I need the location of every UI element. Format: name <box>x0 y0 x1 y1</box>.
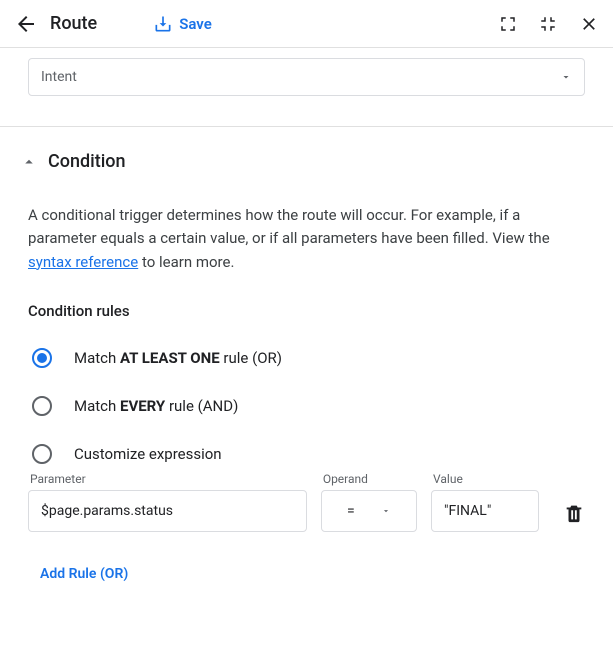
parameter-input-box <box>28 490 307 532</box>
operand-label: Operand <box>323 472 417 486</box>
radio-custom-label: Customize expression <box>74 445 222 463</box>
expand-icon[interactable] <box>499 15 517 33</box>
parameter-label: Parameter <box>30 472 307 486</box>
radio-and-label: Match EVERY rule (AND) <box>74 397 238 415</box>
close-icon[interactable] <box>579 14 599 34</box>
back-arrow-icon[interactable] <box>14 12 38 36</box>
condition-description: A conditional trigger determines how the… <box>28 204 585 274</box>
top-bar: Route Save <box>0 0 613 48</box>
radio-icon-checked <box>32 348 52 368</box>
desc-prefix: A conditional trigger determines how the… <box>28 206 550 247</box>
intent-placeholder: Intent <box>41 69 77 85</box>
desc-suffix: to learn more. <box>138 253 234 271</box>
condition-rules-label: Condition rules <box>28 302 585 320</box>
radio-or-label: Match AT LEAST ONE rule (OR) <box>74 349 282 367</box>
radio-icon-unchecked <box>32 396 52 416</box>
save-label: Save <box>179 15 212 33</box>
radio-customize[interactable]: Customize expression <box>32 444 585 464</box>
parameter-input[interactable] <box>41 503 294 519</box>
operand-value: = <box>347 503 355 519</box>
save-button[interactable]: Save <box>153 14 212 34</box>
dropdown-icon <box>381 506 391 516</box>
section-title: Condition <box>48 151 126 172</box>
trash-icon <box>563 502 585 524</box>
radio-match-and[interactable]: Match EVERY rule (AND) <box>32 396 585 416</box>
intent-select[interactable]: Intent <box>28 58 585 96</box>
operand-select[interactable]: = <box>321 490 417 532</box>
value-input-box <box>431 490 539 532</box>
chevron-up-icon <box>20 153 38 171</box>
save-icon <box>153 14 173 34</box>
condition-rule-row: Parameter Operand = Value <box>28 472 585 532</box>
dropdown-icon <box>560 71 572 83</box>
collapse-icon[interactable] <box>539 15 557 33</box>
radio-icon-unchecked <box>32 444 52 464</box>
radio-match-or[interactable]: Match AT LEAST ONE rule (OR) <box>32 348 585 368</box>
page-title: Route <box>50 13 97 34</box>
window-controls <box>499 14 599 34</box>
condition-section-toggle[interactable]: Condition <box>20 151 585 172</box>
value-label: Value <box>433 472 539 486</box>
syntax-reference-link[interactable]: syntax reference <box>28 253 138 271</box>
value-input[interactable] <box>444 503 526 519</box>
delete-rule-button[interactable] <box>563 502 585 524</box>
add-rule-button[interactable]: Add Rule (OR) <box>40 566 128 582</box>
